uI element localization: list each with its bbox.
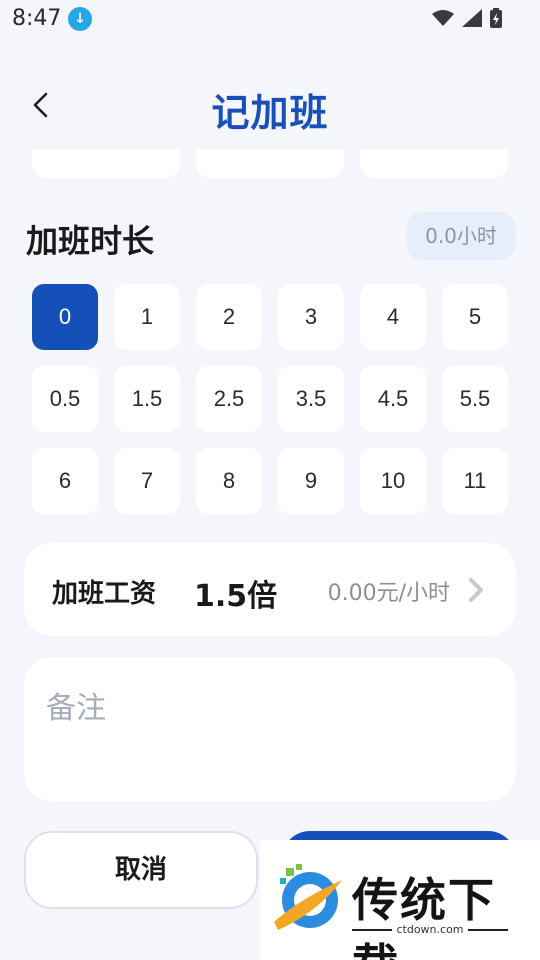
duration-option[interactable]: 1 — [114, 284, 180, 350]
duration-option[interactable]: 2 — [196, 284, 262, 350]
signal-icon — [462, 9, 482, 27]
duration-option[interactable]: 1.5 — [114, 366, 180, 432]
duration-option[interactable]: 7 — [114, 448, 180, 514]
wage-multiplier: 1.5倍 — [194, 579, 278, 614]
duration-option[interactable]: 0.5 — [32, 366, 98, 432]
duration-option[interactable]: 9 — [278, 448, 344, 514]
watermark-domain-text: ctdown.com — [392, 923, 468, 936]
note-placeholder: 备注 — [46, 691, 106, 726]
status-bar: 8:47 ↓ — [0, 0, 540, 38]
duration-option[interactable]: 3 — [278, 284, 344, 350]
duration-option[interactable]: 5.5 — [442, 366, 508, 432]
download-icon: ↓ — [68, 7, 92, 31]
watermark: 传统下载 ctdown.com — [260, 840, 540, 960]
duration-option[interactable]: 4 — [360, 284, 426, 350]
status-icons — [432, 8, 502, 28]
watermark-brand: 传统下载 — [352, 873, 496, 960]
battery-icon — [490, 8, 502, 28]
duration-option[interactable]: 5 — [442, 284, 508, 350]
duration-option[interactable]: 0 — [32, 284, 98, 350]
scrolled-option[interactable] — [360, 150, 508, 178]
status-time: 8:47 — [12, 6, 62, 31]
chevron-right-icon — [469, 578, 483, 602]
cancel-button[interactable]: 取消 — [24, 831, 258, 909]
hours-badge: 0.0小时 — [406, 212, 516, 260]
duration-option[interactable]: 3.5 — [278, 366, 344, 432]
duration-option[interactable]: 2.5 — [196, 366, 262, 432]
page-title: 记加班 — [211, 91, 329, 135]
duration-option[interactable]: 11 — [442, 448, 508, 514]
watermark-domain: ctdown.com — [352, 923, 508, 936]
watermark-logo-icon — [274, 864, 342, 930]
scrolled-option[interactable] — [32, 150, 180, 178]
wage-label: 加班工资 — [52, 579, 157, 609]
duration-option[interactable]: 6 — [32, 448, 98, 514]
duration-option[interactable]: 8 — [196, 448, 262, 514]
note-field[interactable]: 备注 — [24, 657, 516, 801]
wifi-icon — [432, 10, 454, 26]
duration-option[interactable]: 10 — [360, 448, 426, 514]
duration-option[interactable]: 4.5 — [360, 366, 426, 432]
duration-title: 加班时长 — [26, 222, 155, 260]
wage-card[interactable]: 加班工资 1.5倍 0.00元/小时 — [24, 543, 516, 636]
wage-rate: 0.00元/小时 — [327, 581, 450, 606]
scrolled-option[interactable] — [196, 150, 344, 178]
